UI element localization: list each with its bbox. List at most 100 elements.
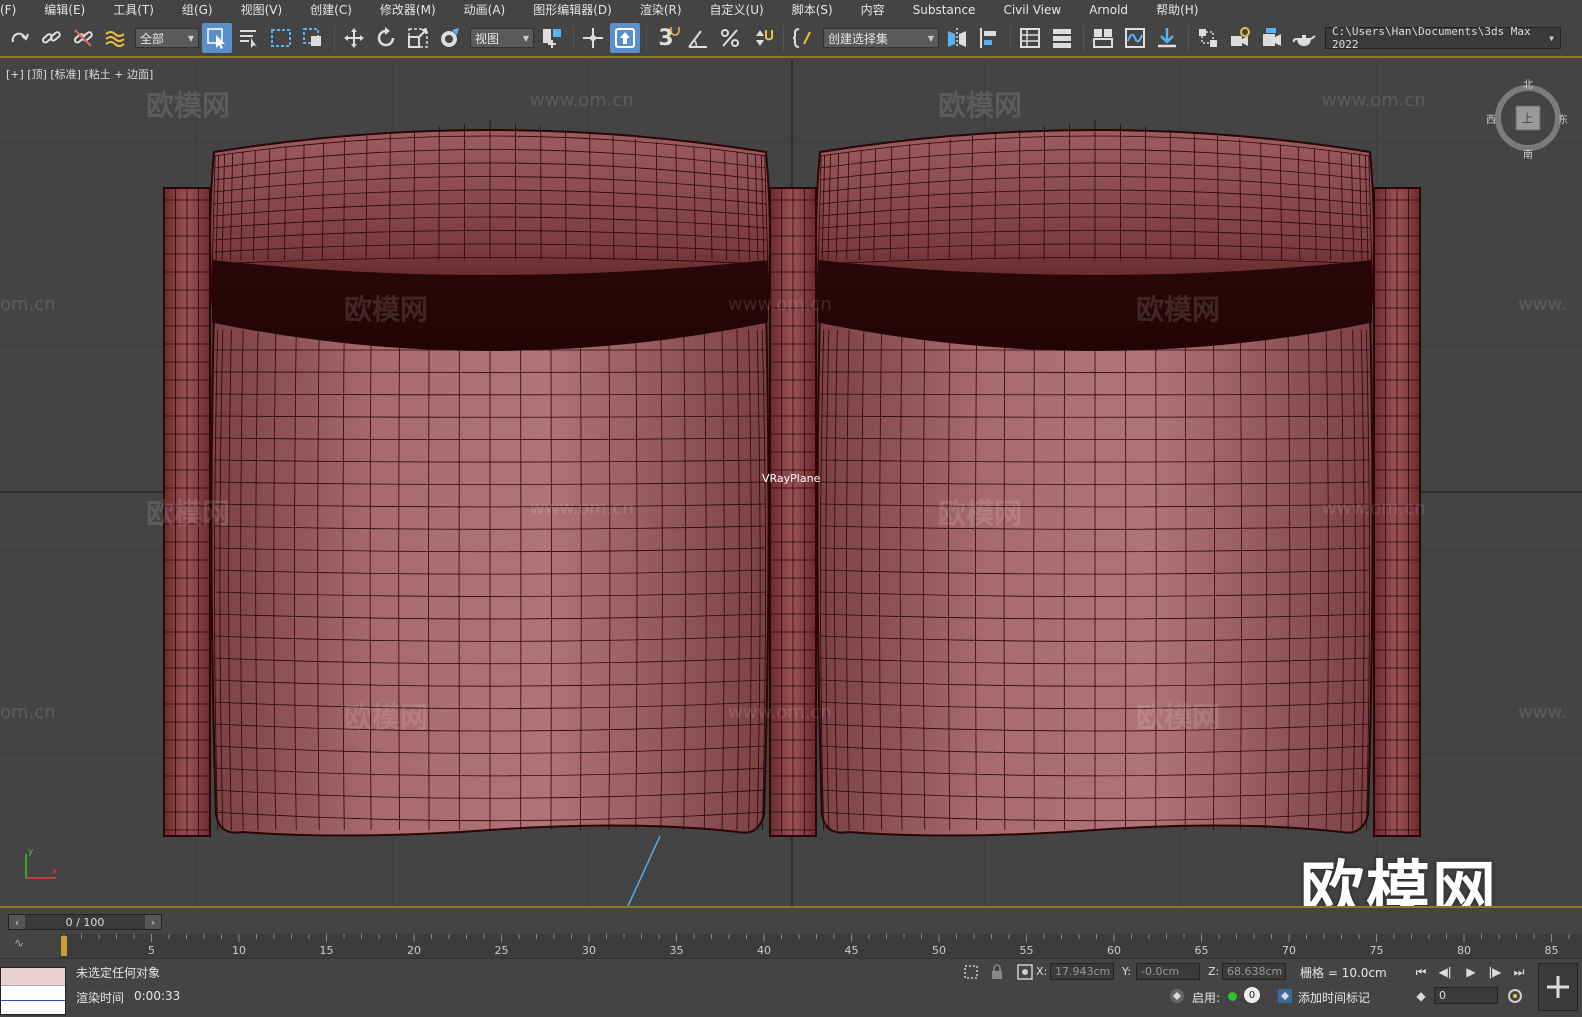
place-icon [441, 28, 459, 47]
menu-item[interactable]: 渲染(R) [626, 0, 696, 20]
menu-item[interactable]: Arnold [1075, 0, 1142, 20]
time-tag-icon[interactable] [1276, 987, 1294, 1005]
rotate-button[interactable] [371, 23, 401, 53]
place-button[interactable] [435, 23, 465, 53]
schematic-view-button[interactable] [1152, 23, 1182, 53]
menu-item[interactable]: 帮助(H) [1142, 0, 1212, 20]
viewcube-north[interactable]: 北 [1523, 76, 1533, 91]
track-tick-label: 35 [670, 944, 684, 957]
grid-spacing: 栅格 = 10.0cm [1300, 966, 1387, 980]
current-frame-field[interactable]: 0 [1434, 987, 1498, 1004]
viewport-navigation-button[interactable] [1538, 963, 1578, 1011]
viewcube[interactable]: 北 南 东 西 上 [1486, 76, 1568, 161]
render-setup-button[interactable] [1225, 23, 1255, 53]
viewcube-east[interactable]: 东 [1558, 111, 1568, 126]
move-button[interactable] [339, 23, 369, 53]
go-to-start-button[interactable]: ⏮ [1412, 963, 1430, 981]
track-tick-label: 50 [932, 944, 946, 957]
menu-item[interactable]: (F) [0, 0, 30, 20]
toolbar-separator [1083, 25, 1084, 51]
watermark-url: www.om.cn [530, 90, 634, 111]
menu-item[interactable]: 修改器(M) [366, 0, 450, 20]
spinner-snap-button[interactable] [747, 23, 777, 53]
rectangular-selection-button[interactable] [266, 23, 296, 53]
previous-frame-button[interactable]: ◀ǀ [1436, 963, 1454, 981]
watermark-text: 欧模网 [1136, 293, 1221, 326]
time-slider[interactable]: ‹ 0 / 100 › [8, 914, 162, 930]
curve-editor-button[interactable] [1120, 23, 1150, 53]
isolate-selection-icon[interactable] [962, 963, 980, 981]
select-manipulate-button[interactable] [578, 23, 608, 53]
key-mode-toggle[interactable]: ◆ [1412, 987, 1430, 1005]
select-by-name-button[interactable] [234, 23, 264, 53]
z-coordinate-field[interactable]: 68.638cm [1222, 963, 1286, 980]
menu-item[interactable]: 内容 [847, 0, 899, 20]
menu-item[interactable]: 编辑(E) [30, 0, 99, 20]
redo-button[interactable] [4, 23, 34, 53]
align-button[interactable] [974, 23, 1004, 53]
rendered-frame-window-button[interactable] [1257, 23, 1287, 53]
link-button[interactable] [36, 23, 66, 53]
menu-item[interactable]: Civil View [989, 0, 1075, 20]
menu-item[interactable]: 自定义(U) [696, 0, 778, 20]
chevron-left-icon[interactable]: ‹ [9, 915, 25, 929]
watermark-url: www.om.cn [728, 702, 832, 723]
selection-filter-dropdown[interactable]: 全部 ▼ [135, 28, 199, 48]
menu-item[interactable]: 工具(T) [99, 0, 168, 20]
enable-count-badge[interactable]: 0 [1244, 987, 1260, 1003]
track-tick-label: 85 [1545, 944, 1559, 957]
reference-coord-dropdown[interactable]: 视图 ▼ [470, 28, 534, 48]
time-config-icon[interactable] [1506, 987, 1524, 1005]
next-frame-button[interactable]: ǀ▶ [1486, 963, 1504, 981]
add-time-tag-button[interactable]: 添加时间标记 [1298, 989, 1370, 1006]
viewcube-south[interactable]: 南 [1523, 146, 1533, 161]
scale-button[interactable] [403, 23, 433, 53]
project-path-dropdown[interactable]: C:\Users\Han\Documents\3ds Max 2022 ▼ [1325, 25, 1561, 51]
bind-space-warp-button[interactable] [100, 23, 130, 53]
frame-counter: 0 / 100 [65, 915, 105, 929]
maxscript-listener[interactable] [0, 967, 66, 1015]
menu-item[interactable]: 图形编辑器(D) [519, 0, 626, 20]
adaptive-degradation-icon[interactable] [1168, 987, 1186, 1005]
render-production-button[interactable] [1289, 23, 1319, 53]
menu-item[interactable]: Substance [899, 0, 990, 20]
watermark-text: 欧模网 [344, 293, 429, 326]
chevron-right-icon[interactable]: › [144, 915, 161, 929]
menu-item[interactable]: 脚本(S) [778, 0, 847, 20]
absolute-mode-icon[interactable] [1016, 963, 1034, 981]
menu-item[interactable]: 创建(C) [296, 0, 366, 20]
mirror-button[interactable] [942, 23, 972, 53]
play-button[interactable]: ▶ [1462, 963, 1480, 981]
y-coordinate-field[interactable]: -0.0cm [1136, 963, 1200, 980]
unlink-button[interactable] [68, 23, 98, 53]
viewcube-face-top[interactable]: 上 [1522, 110, 1533, 126]
x-coordinate-field[interactable]: 17.943cm [1050, 963, 1114, 980]
go-to-end-button[interactable]: ⏭ [1510, 963, 1528, 981]
top-viewport[interactable]: [+] [顶] [标准] [粘土 + 边面] VRayPlane 欧模网 www… [0, 60, 1582, 906]
angle-snap-button[interactable] [683, 23, 713, 53]
keyboard-shortcut-override-button[interactable] [610, 23, 640, 53]
viewport-label[interactable]: [+] [顶] [标准] [粘土 + 边面] [6, 66, 153, 82]
track-tick-label: 80 [1457, 944, 1471, 957]
curve-editor-icon [1125, 28, 1145, 48]
pivot-center-button[interactable] [537, 23, 567, 53]
named-selection-dropdown[interactable]: 创建选择集 ▼ [823, 28, 939, 48]
menu-item[interactable]: 动画(A) [450, 0, 520, 20]
viewcube-west[interactable]: 西 [1486, 111, 1496, 126]
track-bar[interactable]: 5 10 15 20 25 30 35 40 45 50 55 60 65 70 75 80 85 [0, 934, 1582, 958]
named-selection-value: 创建选择集 [828, 31, 889, 46]
window-crossing-button[interactable] [298, 23, 328, 53]
layer-explorer-button[interactable] [1047, 23, 1077, 53]
snaps-toggle-button[interactable]: 3 [651, 23, 681, 53]
edit-named-selection-button[interactable] [788, 23, 818, 53]
menu-item[interactable]: 组(G) [168, 0, 227, 20]
scene-explorer-button[interactable] [1015, 23, 1045, 53]
svg-text:x: x [52, 867, 58, 877]
menu-item[interactable]: 视图(V) [227, 0, 297, 20]
material-editor-button[interactable] [1193, 23, 1223, 53]
select-object-button[interactable] [202, 23, 232, 53]
toggle-ribbon-button[interactable] [1088, 23, 1118, 53]
reference-coord-value: 视图 [475, 31, 500, 46]
lock-icon[interactable] [988, 963, 1006, 981]
percent-snap-button[interactable] [715, 23, 745, 53]
